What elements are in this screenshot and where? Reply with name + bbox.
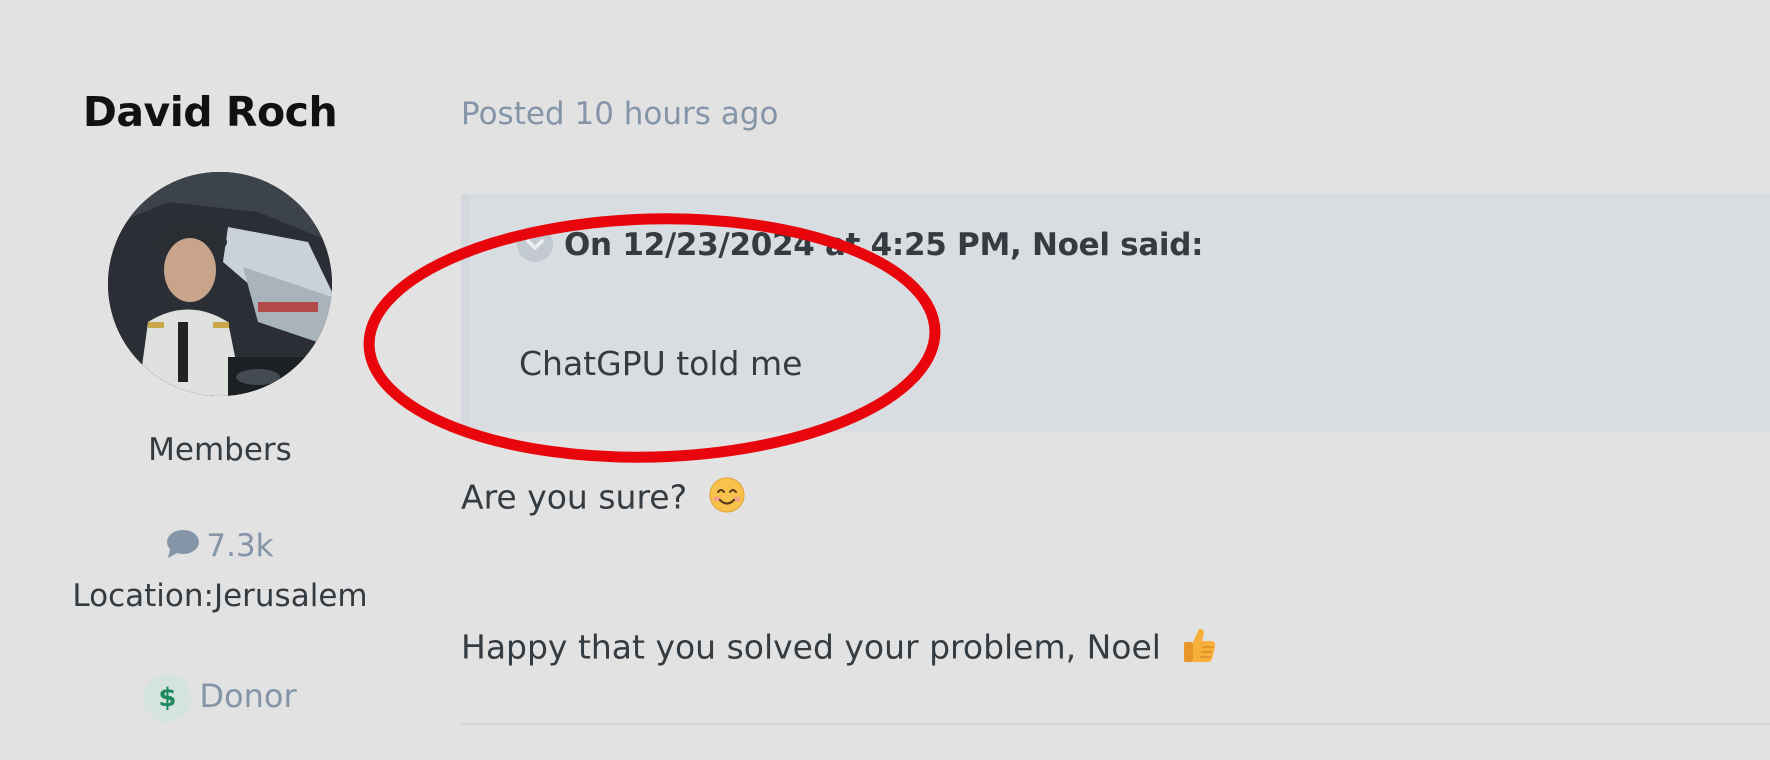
- post-line-text: Happy that you solved your problem, Noel: [461, 627, 1161, 667]
- chevron-down-icon[interactable]: [517, 226, 553, 262]
- badge-label: Donor: [199, 677, 297, 715]
- smiling-face-emoji: [708, 476, 746, 522]
- dollar-icon: $: [143, 674, 192, 722]
- author-group: Members: [148, 432, 292, 468]
- quote-header[interactable]: On 12/23/2024 at 4:25 PM, Noel said:: [469, 194, 1770, 304]
- post-count-value: 7.3k: [206, 528, 274, 564]
- avatar[interactable]: [108, 172, 332, 396]
- post-timestamp[interactable]: Posted 10 hours ago: [461, 96, 778, 132]
- quote-citation[interactable]: On 12/23/2024 at 4:25 PM, Noel said:: [564, 227, 1204, 263]
- post-line: Happy that you solved your problem, Noel: [461, 626, 1217, 672]
- quote-block: On 12/23/2024 at 4:25 PM, Noel said: Cha…: [461, 194, 1770, 432]
- author-badge: $ Donor: [40, 674, 400, 722]
- post-line-text: Are you sure?: [461, 477, 688, 517]
- post-line: Are you sure?: [461, 476, 746, 522]
- post-divider: [461, 723, 1770, 725]
- author-name[interactable]: David Roch: [40, 88, 380, 136]
- thumbs-up-emoji: [1181, 626, 1217, 672]
- author-post-count[interactable]: 7.3k: [40, 528, 400, 567]
- quote-text: ChatGPU told me: [519, 344, 803, 383]
- avatar-image: [108, 172, 332, 396]
- author-location: Location:Jerusalem: [72, 578, 368, 614]
- chat-bubble-icon: [166, 529, 200, 567]
